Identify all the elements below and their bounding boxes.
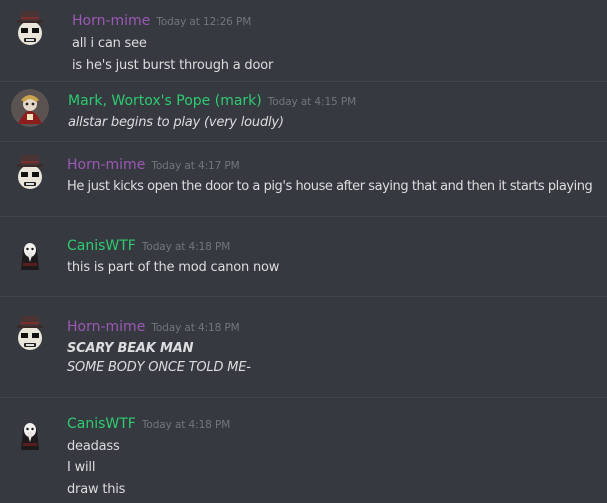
red-robed-figure-icon[interactable] — [10, 88, 50, 128]
message-text: SOME BODY ONCE TOLD ME- — [67, 360, 251, 375]
message-text: deadass — [67, 439, 120, 454]
message-divider — [0, 81, 607, 82]
author-name[interactable]: Horn-mime — [67, 157, 145, 173]
message-timestamp: Today at 4:17 PM — [151, 160, 240, 172]
message-text: SCARY BEAK MAN — [67, 341, 194, 356]
message-header: CanisWTF Today at 4:18 PM — [67, 414, 230, 434]
plague-doctor-mask-icon[interactable] — [10, 232, 50, 272]
author-name[interactable]: CanisWTF — [67, 416, 136, 432]
top-hat-mime-face-icon[interactable] — [10, 8, 50, 48]
message-text: all i can see — [72, 36, 147, 51]
message-timestamp: Today at 12:26 PM — [156, 16, 252, 28]
message-header: Horn-mime Today at 4:18 PM — [67, 317, 240, 337]
message-divider — [0, 216, 607, 217]
message-timestamp: Today at 4:18 PM — [141, 419, 231, 431]
top-hat-mime-face-icon[interactable] — [10, 313, 50, 353]
message-header: CanisWTF Today at 4:18 PM — [67, 236, 230, 256]
message-text: this is part of the mod canon now — [67, 260, 280, 275]
message-header: Mark, Wortox's Pope (mark) Today at 4:15 … — [68, 91, 356, 111]
message-text: draw this — [67, 482, 126, 497]
message-divider — [0, 296, 607, 297]
message-timestamp: Today at 4:15 PM — [267, 96, 357, 108]
message-text: I will — [67, 460, 96, 475]
message-text: allstar begins to play (very loudly) — [68, 115, 284, 130]
message-text: is he's just burst through a door — [72, 58, 274, 73]
plague-doctor-mask-icon[interactable] — [10, 412, 50, 452]
chat-messages-panel: Horn-mime Today at 12:26 PM all i can see… — [0, 0, 607, 503]
author-name[interactable]: Horn-mime — [67, 319, 145, 335]
message-header: Horn-mime Today at 12:26 PM — [72, 11, 251, 31]
author-name[interactable]: Horn-mime — [72, 13, 150, 29]
message-divider — [0, 141, 607, 142]
author-name[interactable]: Mark, Wortox's Pope (mark) — [68, 93, 262, 109]
message-header: Horn-mime Today at 4:17 PM — [67, 155, 240, 175]
message-divider — [0, 397, 607, 398]
message-timestamp: Today at 4:18 PM — [141, 241, 231, 253]
author-name[interactable]: CanisWTF — [67, 238, 136, 254]
top-hat-mime-face-icon[interactable] — [10, 152, 50, 192]
message-timestamp: Today at 4:18 PM — [151, 322, 240, 334]
message-text: He just kicks open the door to a pig's h… — [67, 179, 593, 194]
